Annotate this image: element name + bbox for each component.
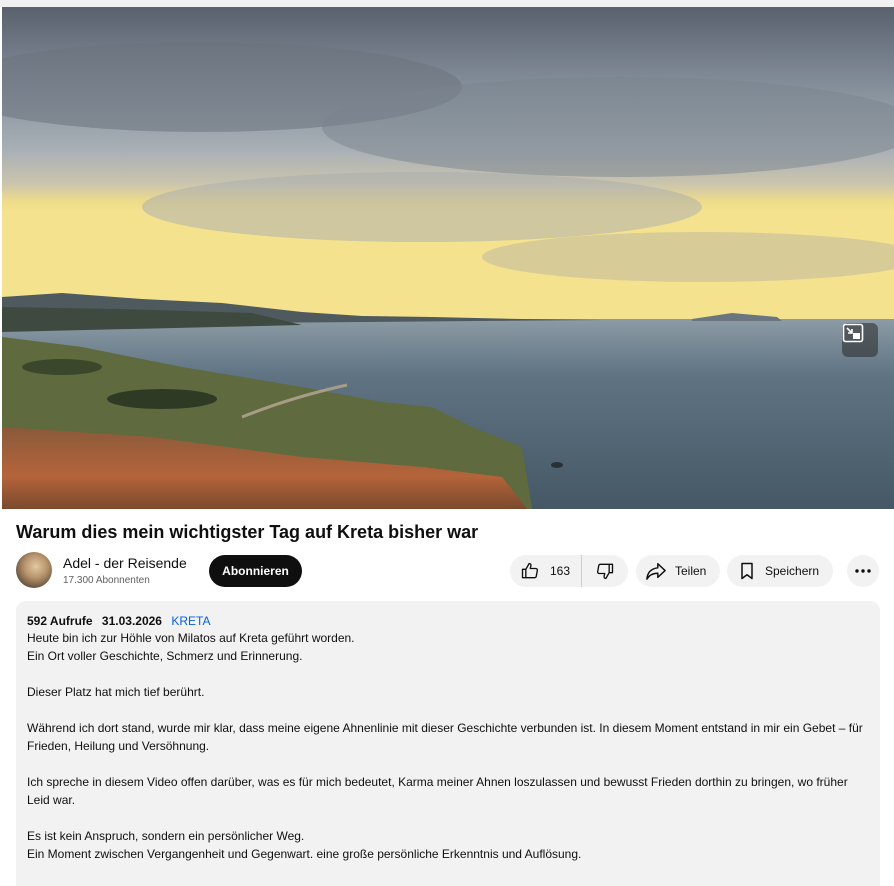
description-line: Während ich dort stand, wurde mir klar, …	[27, 721, 863, 753]
description-line: Dieser Platz hat mich tief berührt.	[27, 685, 205, 699]
thumbs-up-icon	[521, 562, 539, 579]
like-button[interactable]: 163	[510, 555, 582, 587]
thumbs-down-icon	[596, 563, 614, 580]
save-label: Speichern	[765, 564, 820, 578]
description-line: Es ist kein Anspruch, sondern ein persön…	[27, 829, 305, 843]
upload-date: 31.03.2026	[101, 614, 162, 628]
save-button[interactable]: Speichern	[727, 555, 833, 587]
video-player[interactable]	[2, 7, 894, 509]
description-line: Ich spreche in diesem Video offen darübe…	[27, 775, 848, 807]
bookmark-icon	[741, 562, 753, 580]
description-box[interactable]: 592 Aufrufe 31.03.2026 KRETA Heute bin i…	[16, 601, 880, 886]
share-label: Teilen	[675, 564, 707, 578]
top-strip	[0, 0, 894, 7]
hashtag-link[interactable]: KRETA	[171, 614, 210, 628]
subscribe-button[interactable]: Abonnieren	[209, 555, 302, 587]
share-icon	[646, 563, 666, 580]
subscriber-count: 17.300 Abonnenten	[63, 575, 150, 586]
picture-in-picture-icon	[842, 323, 864, 343]
description-meta: 592 Aufrufe 31.03.2026 KRETA	[27, 613, 869, 629]
description-line: Heute bin ich zur Höhle von Milatos auf …	[27, 631, 355, 645]
video-title: Warum dies mein wichtigster Tag auf Kret…	[16, 522, 479, 542]
more-actions-button[interactable]	[847, 555, 879, 587]
like-count: 163	[550, 564, 571, 578]
view-count: 592 Aufrufe	[27, 614, 93, 628]
picture-in-picture-button[interactable]	[842, 323, 878, 357]
channel-name[interactable]: Adel - der Reisende	[63, 555, 187, 571]
more-icon	[855, 569, 871, 573]
like-dislike-group: 163	[510, 555, 628, 587]
share-button[interactable]: Teilen	[636, 555, 720, 587]
description-line: Ein Ort voller Geschichte, Schmerz und E…	[27, 649, 303, 663]
description-line: Ein Moment zwischen Vergangenheit und Ge…	[27, 847, 582, 861]
dislike-button[interactable]	[582, 555, 628, 587]
channel-avatar[interactable]	[16, 552, 52, 588]
video-frame	[2, 7, 894, 509]
